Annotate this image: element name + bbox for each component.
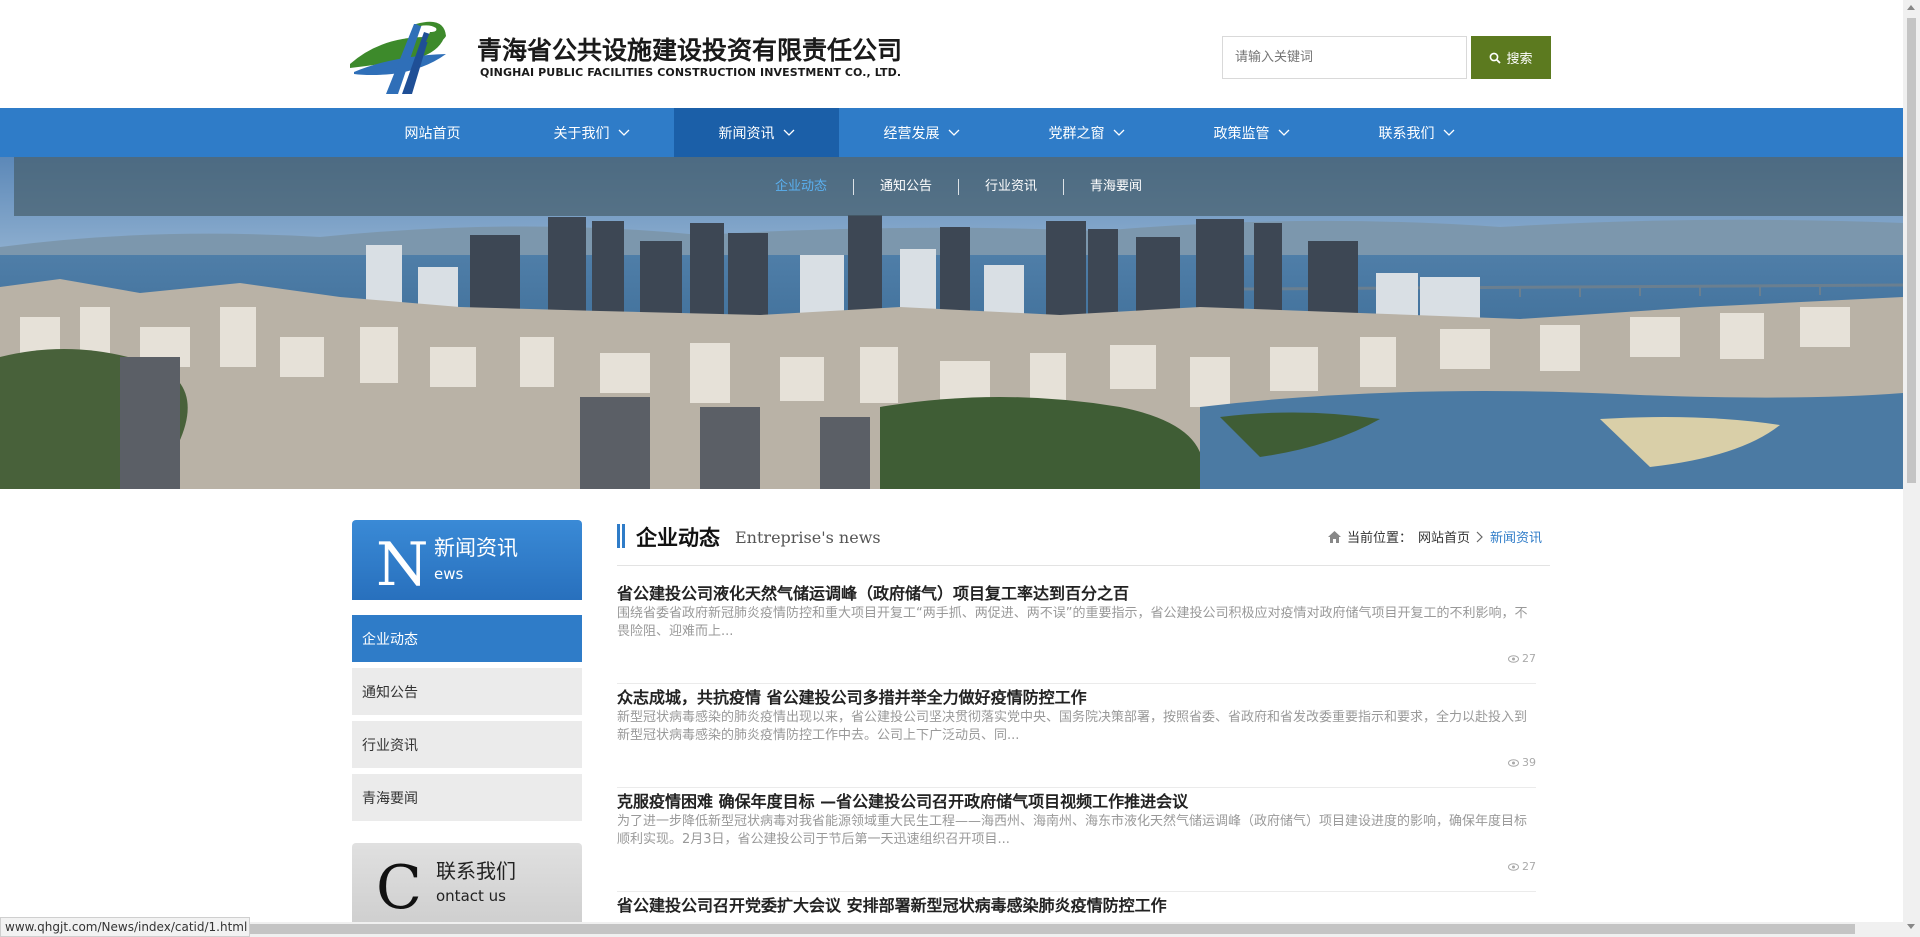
nav-item-label: 新闻资讯 [718, 125, 775, 142]
nav-item-home[interactable]: 网站首页 [350, 108, 515, 157]
sidebar-header: N 新闻资讯 ews [352, 520, 582, 600]
nav-item-business[interactable]: 经营发展 [839, 108, 1004, 157]
search-icon [1490, 52, 1502, 64]
breadcrumb-label: 当前位置： [1346, 531, 1412, 546]
sidebar-header-sub: ews [434, 565, 464, 583]
company-name-en: QINGHAI PUBLIC FACILITIES CONSTRUCTION I… [480, 66, 902, 79]
news-title[interactable]: 克服疫情困难 确保年度目标 —省公建投公司召开政府储气项目视频工作推进会议 [617, 788, 1188, 812]
news-item[interactable]: 省公建投公司召开党委扩大会议 安排部署新型冠状病毒感染肺炎疫情防控工作 [617, 892, 1536, 922]
subnav-item-notices[interactable]: 通知公告 [852, 178, 958, 195]
nav-item-contact[interactable]: 联系我们 [1334, 108, 1499, 157]
sidebar-item-label: 通知公告 [362, 684, 418, 701]
news-item[interactable]: 众志成城，共抗疫情 省公建投公司多措并举全力做好疫情防控工作 新型冠状病毒感染的… [617, 684, 1536, 788]
sidebar-header-title: 新闻资讯 [434, 536, 518, 560]
nav-item-label: 网站首页 [404, 125, 461, 142]
chevron-down-icon [1443, 129, 1454, 136]
nav-item-label: 政策监管 [1213, 125, 1270, 142]
status-bar-url: www.qhgjt.com/News/index/catid/1.html [0, 917, 250, 937]
nav-item-news[interactable]: 新闻资讯 [674, 108, 839, 157]
chevron-down-icon [783, 129, 794, 136]
main-nav: 网站首页 关于我们 新闻资讯 经营发展 党群之窗 政策监管 联系我们 [0, 108, 1903, 157]
title-accent [622, 524, 625, 548]
subnav-item-qinghai[interactable]: 青海要闻 [1063, 178, 1168, 195]
eye-icon [1508, 862, 1519, 871]
chevron-right-icon [1476, 531, 1483, 542]
contact-header-title: 联系我们 [436, 859, 516, 883]
horizontal-scrollbar[interactable] [250, 922, 1903, 937]
view-count-value: 27 [1522, 652, 1536, 665]
page-title: 企业动态 [636, 526, 720, 550]
title-accent [617, 524, 620, 548]
sidebar-item-label: 企业动态 [362, 631, 418, 648]
sidebar-item-label: 青海要闻 [362, 790, 418, 807]
chevron-down-icon [1278, 129, 1289, 136]
nav-item-party[interactable]: 党群之窗 [1004, 108, 1169, 157]
sidebar-item-company-news[interactable]: 企业动态 [352, 615, 582, 662]
vertical-scrollbar-thumb[interactable] [1907, 18, 1916, 483]
scroll-down-arrow-icon[interactable] [1907, 924, 1915, 929]
news-summary: 为了进一步降低新型冠状病毒对我省能源领域重大民生工程——海西州、海南州、海东市液… [617, 814, 1528, 847]
news-item[interactable]: 克服疫情困难 确保年度目标 —省公建投公司召开政府储气项目视频工作推进会议 为了… [617, 788, 1536, 892]
news-item[interactable]: 省公建投公司液化天然气储运调峰（政府储气）项目复工率达到百分之百 围绕省委省政府… [617, 580, 1536, 684]
vertical-scrollbar[interactable] [1903, 0, 1920, 937]
sidebar-item-notices[interactable]: 通知公告 [352, 668, 582, 715]
view-count-value: 27 [1522, 860, 1536, 873]
view-count: 39 [1508, 756, 1536, 769]
page-subtitle: Entreprise's news [735, 528, 881, 547]
view-count: 27 [1508, 860, 1536, 873]
breadcrumb-home[interactable]: 网站首页 [1418, 527, 1470, 546]
home-icon [1327, 530, 1341, 543]
eye-icon [1508, 654, 1519, 663]
horizontal-scrollbar-thumb[interactable] [250, 924, 1855, 934]
nav-item-label: 经营发展 [883, 125, 940, 142]
nav-item-label: 联系我们 [1378, 125, 1435, 142]
news-summary: 围绕省委省政府新冠肺炎疫情防控和重大项目开复工“两手抓、两促进、两不误”的重要指… [617, 606, 1528, 639]
sub-nav: 企业动态 通知公告 行业资讯 青海要闻 [14, 157, 1903, 216]
contact-header: C 联系我们 ontact us [352, 843, 582, 923]
search-input[interactable] [1222, 36, 1467, 79]
sidebar-item-label: 行业资讯 [362, 737, 418, 754]
chevron-down-icon [948, 129, 959, 136]
view-count: 27 [1508, 652, 1536, 665]
scroll-up-arrow-icon[interactable] [1907, 5, 1915, 10]
subnav-item-company-news[interactable]: 企业动态 [749, 179, 853, 195]
news-title[interactable]: 省公建投公司液化天然气储运调峰（政府储气）项目复工率达到百分之百 [617, 580, 1129, 604]
nav-item-about[interactable]: 关于我们 [509, 108, 674, 157]
nav-item-label: 关于我们 [553, 125, 610, 142]
breadcrumb: 当前位置： 网站首页 新闻资讯 [1327, 527, 1542, 546]
sidebar-item-qinghai[interactable]: 青海要闻 [352, 774, 582, 821]
main-title-bar: 企业动态 Entreprise's news 当前位置： 网站首页 新闻资讯 [617, 524, 1550, 566]
news-summary: 新型冠状病毒感染的肺炎疫情出现以来，省公建投公司坚决贯彻落实党中央、国务院决策部… [617, 710, 1528, 743]
nav-item-label: 党群之窗 [1048, 125, 1105, 142]
eye-icon [1508, 758, 1519, 767]
subnav-item-industry[interactable]: 行业资讯 [958, 178, 1063, 195]
company-name-cn: 青海省公共设施建设投资有限责任公司 [477, 36, 903, 65]
view-count-value: 39 [1522, 756, 1536, 769]
sidebar-item-industry[interactable]: 行业资讯 [352, 721, 582, 768]
contact-header-sub: ontact us [436, 887, 506, 905]
chevron-down-icon [618, 129, 629, 136]
news-title[interactable]: 省公建投公司召开党委扩大会议 安排部署新型冠状病毒感染肺炎疫情防控工作 [617, 892, 1167, 916]
sidebar-header-letter: N [376, 530, 429, 600]
search-button-label: 搜索 [1506, 52, 1533, 67]
chevron-down-icon [1113, 129, 1124, 136]
search-button[interactable]: 搜索 [1471, 36, 1551, 79]
company-logo[interactable] [346, 12, 458, 94]
news-title[interactable]: 众志成城，共抗疫情 省公建投公司多措并举全力做好疫情防控工作 [617, 684, 1087, 708]
nav-item-policy[interactable]: 政策监管 [1169, 108, 1334, 157]
site-header: 青海省公共设施建设投资有限责任公司 QINGHAI PUBLIC FACILIT… [0, 0, 1903, 108]
contact-header-letter: C [376, 853, 422, 923]
breadcrumb-current[interactable]: 新闻资讯 [1490, 527, 1542, 546]
